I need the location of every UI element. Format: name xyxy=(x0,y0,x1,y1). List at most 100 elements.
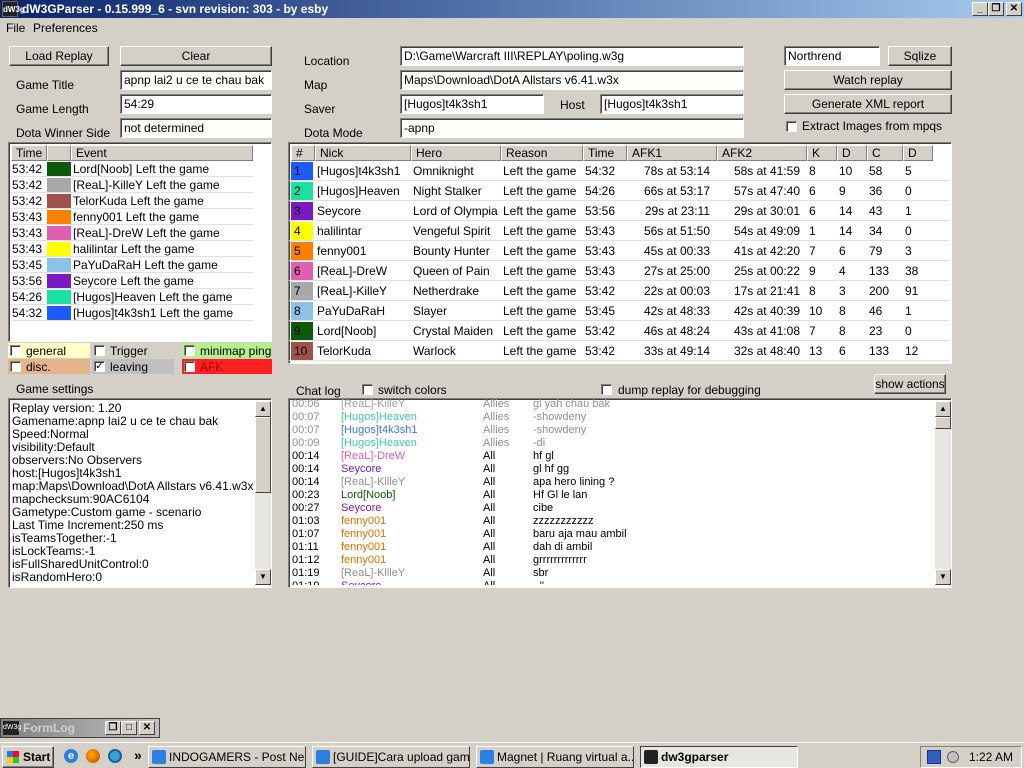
start-button[interactable]: Start xyxy=(2,746,54,768)
extract-images-checkbox[interactable] xyxy=(786,121,797,132)
event-row[interactable]: 53:45 PaYuDaRaH Left the game xyxy=(11,257,253,273)
players-header-dn[interactable]: D xyxy=(903,145,933,161)
scroll-thumb[interactable] xyxy=(935,417,951,429)
restore-button[interactable]: ❐ xyxy=(105,721,121,735)
switch-colors-checkbox[interactable] xyxy=(362,384,373,395)
events-header-color[interactable] xyxy=(47,145,71,161)
event-row[interactable]: 53:42 [ReaL]-KilleY Left the game xyxy=(11,177,253,193)
formlog-window[interactable]: dW3g FormLog ❐ □ ✕ xyxy=(0,718,160,738)
event-row[interactable]: 53:43 [ReaL]-DreW Left the game xyxy=(11,225,253,241)
filter-checkbox[interactable] xyxy=(10,345,21,356)
player-time: 53:42 xyxy=(585,344,616,358)
show-actions-button[interactable]: show actions xyxy=(874,374,946,394)
filter-afk[interactable]: AFK xyxy=(182,359,272,374)
event-row[interactable]: 54:32 [Hugos]t4k3sh1 Left the game xyxy=(11,305,253,321)
menu-preferences[interactable]: Preferences xyxy=(33,19,98,37)
event-row[interactable]: 53:42 TelorKuda Left the game xyxy=(11,193,253,209)
players-header-afk1[interactable]: AFK1 xyxy=(627,145,717,161)
firefox-icon[interactable] xyxy=(86,749,100,763)
maximize-button[interactable]: ❐ xyxy=(988,2,1004,16)
players-header-time[interactable]: Time xyxy=(583,145,627,161)
load-replay-button[interactable]: Load Replay xyxy=(9,46,109,66)
scroll-down-icon[interactable]: ▼ xyxy=(935,569,951,585)
settings-scrollbar[interactable]: ▲ ▼ xyxy=(255,401,271,585)
player-row[interactable]: 9 Lord[Noob] Crystal Maiden Left the game 53… xyxy=(289,321,949,341)
scroll-up-icon[interactable]: ▲ xyxy=(255,401,271,417)
player-row[interactable]: 4 halilintar Vengeful Spirit Left the game 5… xyxy=(289,221,949,241)
player-row[interactable]: 7 [ReaL]-KilleY Netherdrake Left the game 53… xyxy=(289,281,949,301)
scroll-down-icon[interactable]: ▼ xyxy=(255,569,271,585)
sqlize-button[interactable]: Sqlize xyxy=(888,46,952,66)
minimize-button[interactable]: _ xyxy=(972,2,988,16)
events-header-event[interactable]: Event xyxy=(71,145,253,161)
game-title-field[interactable]: apnp lai2 u ce te chau bak xyxy=(120,70,272,90)
event-row[interactable]: 53:43 halilintar Left the game xyxy=(11,241,253,257)
task-indogamers[interactable]: INDOGAMERS - Post Ne... xyxy=(148,746,306,768)
saver-field[interactable]: [Hugos]t4k3sh1 xyxy=(400,94,544,114)
filter-general[interactable]: general xyxy=(8,343,90,358)
close-button[interactable]: ✕ xyxy=(139,721,155,735)
player-row[interactable]: 3 Seycore Lord of Olympia Left the game 53:5… xyxy=(289,201,949,221)
filter-leaving[interactable]: ✓ leaving xyxy=(92,359,174,374)
chat-message: sbr xyxy=(533,567,549,579)
winner-side-field[interactable]: not determined xyxy=(120,118,272,138)
filter-checkbox[interactable] xyxy=(94,345,105,356)
player-row[interactable]: 1 [Hugos]t4k3sh1 Omniknight Left the game 54… xyxy=(289,161,949,181)
players-header-k[interactable]: K xyxy=(807,145,837,161)
clock[interactable]: 1:22 AM xyxy=(969,750,1013,764)
volume-icon[interactable] xyxy=(947,751,959,763)
filter-checkbox[interactable] xyxy=(10,361,21,372)
map-field[interactable]: Maps\Download\DotA Allstars v6.41.w3x xyxy=(400,70,744,90)
task-dw3gparser[interactable]: dw3gparser xyxy=(640,746,798,768)
chat-scrollbar[interactable]: ▲ ▼ xyxy=(935,401,951,585)
event-row[interactable]: 53:42 Lord[Noob] Left the game xyxy=(11,161,253,177)
filter-checkbox[interactable]: ✓ xyxy=(94,361,105,372)
location-field[interactable]: D:\Game\Warcraft III\REPLAY\poling.w3g xyxy=(400,46,744,66)
player-row[interactable]: 6 [ReaL]-DreW Queen of Pain Left the game 53… xyxy=(289,261,949,281)
filter-checkbox[interactable] xyxy=(184,361,195,372)
filter-trigger[interactable]: Trigger xyxy=(92,343,174,358)
media-player-icon[interactable] xyxy=(108,749,122,763)
dump-replay-checkbox[interactable] xyxy=(601,384,612,395)
menu-file[interactable]: File xyxy=(6,19,25,37)
chat-nick: [Hugos]Heaven xyxy=(341,437,417,449)
player-row[interactable]: 5 fenny001 Bounty Hunter Left the game 53:43… xyxy=(289,241,949,261)
player-row[interactable]: 8 PaYuDaRaH Slayer Left the game 53:45 42s at… xyxy=(289,301,949,321)
task-magnet[interactable]: Magnet | Ruang virtual a... xyxy=(476,746,634,768)
dota-mode-field[interactable]: -apnp xyxy=(400,118,744,138)
maximize-button[interactable]: □ xyxy=(121,721,137,735)
filter-minimapping[interactable]: minimap ping xyxy=(182,343,272,358)
players-header-hero[interactable]: Hero xyxy=(411,145,501,161)
region-field[interactable]: Northrend xyxy=(784,46,880,66)
events-header-time[interactable]: Time xyxy=(11,145,47,161)
event-row[interactable]: 53:43 fenny001 Left the game xyxy=(11,209,253,225)
chevron-icon[interactable]: » xyxy=(134,747,142,763)
ie-icon[interactable]: e xyxy=(64,749,78,763)
event-row[interactable]: 54:26 [Hugos]Heaven Left the game xyxy=(11,289,253,305)
scroll-up-icon[interactable]: ▲ xyxy=(935,401,951,417)
generate-xml-button[interactable]: Generate XML report xyxy=(784,94,952,114)
players-header-d[interactable]: D xyxy=(837,145,867,161)
players-header-n[interactable]: # xyxy=(291,145,315,161)
network-icon[interactable] xyxy=(927,750,941,764)
host-field[interactable]: [Hugos]t4k3sh1 xyxy=(600,94,744,114)
players-header-afk2[interactable]: AFK2 xyxy=(717,145,807,161)
scroll-thumb[interactable] xyxy=(255,417,271,493)
event-row[interactable]: 53:56 Seycore Left the game xyxy=(11,273,253,289)
players-header-reason[interactable]: Reason xyxy=(501,145,583,161)
players-header-nick[interactable]: Nick xyxy=(315,145,411,161)
clear-button[interactable]: Clear xyxy=(120,46,272,66)
watch-replay-button[interactable]: Watch replay xyxy=(784,70,952,90)
filter-disc[interactable]: disc. xyxy=(8,359,90,374)
task-guide[interactable]: [GUIDE]Cara upload gam... xyxy=(312,746,470,768)
chat-message: Hf Gl le lan xyxy=(533,489,588,501)
game-length-field[interactable]: 54:29 xyxy=(120,94,272,114)
player-row[interactable]: 10 TelorKuda Warlock Left the game 53:42 33s … xyxy=(289,341,949,361)
game-settings-text[interactable]: Replay version: 1.20 Gamename:apnp lai2 u… xyxy=(8,398,272,588)
players-header-c[interactable]: C xyxy=(867,145,903,161)
player-row[interactable]: 2 [Hugos]Heaven Night Stalker Left the game… xyxy=(289,181,949,201)
player-d: 8 xyxy=(839,324,846,338)
filter-checkbox[interactable] xyxy=(184,345,195,356)
close-button[interactable]: ✕ xyxy=(1006,2,1022,16)
chat-log[interactable]: 00:06 [ReaL]-KilleY Allies gl yah chau bak 0… xyxy=(288,398,952,588)
